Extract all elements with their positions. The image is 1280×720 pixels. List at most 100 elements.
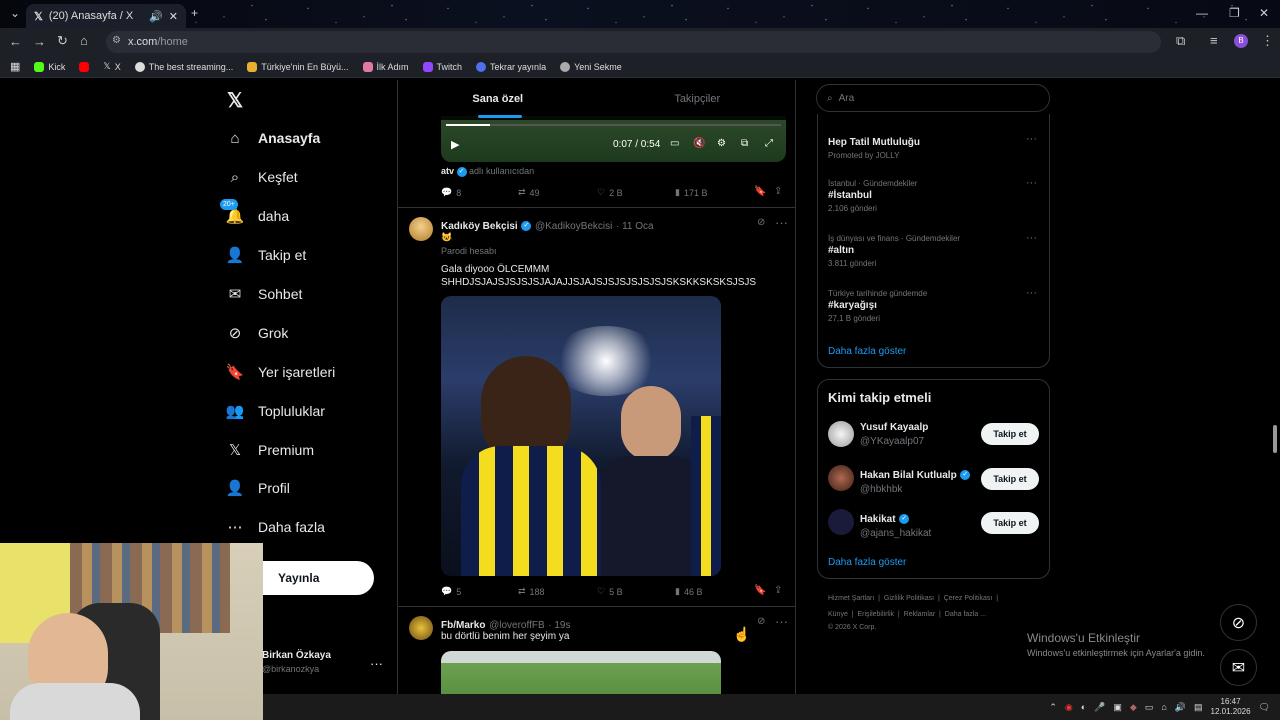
like-button[interactable]: ♡ 2 B	[597, 187, 623, 198]
extensions-icon[interactable]: ⧉	[1176, 33, 1185, 49]
bookmark-streaming[interactable]: The best streaming...	[134, 61, 233, 72]
bookmark-tekrar[interactable]: Tekrar yayınla	[476, 61, 546, 72]
nav-bookmarks[interactable]: 🔖 Yer işaretleri	[226, 363, 336, 381]
avatar[interactable]	[828, 509, 854, 535]
search-input[interactable]: ⌕ Ara	[816, 84, 1050, 112]
reply-button[interactable]: 💬 8	[441, 187, 461, 198]
show-more-trends[interactable]: Daha fazla göster	[828, 346, 906, 357]
avatar[interactable]	[409, 616, 433, 640]
microphone-icon[interactable]: 🎤	[1094, 702, 1105, 713]
tray-app-icon[interactable]: ▣	[1113, 702, 1122, 713]
bookmark-icon[interactable]: 🔖	[754, 585, 766, 596]
follow-button[interactable]: Takip et	[981, 468, 1039, 490]
nav-profile[interactable]: 👤 Profil	[226, 479, 290, 497]
video-player[interactable]: ▶ 0:07 / 0:54 ▭ 🔇 ⚙ ⧉ ⤢	[441, 116, 786, 162]
more-icon[interactable]: ···	[1026, 287, 1037, 299]
tab-list-icon[interactable]: ⌄	[10, 6, 20, 20]
suggestion[interactable]: Yusuf Kayaalp @YKayaalp07	[860, 422, 928, 447]
avatar[interactable]	[828, 421, 854, 447]
avatar[interactable]	[409, 217, 433, 241]
more-icon[interactable]: ···	[775, 614, 788, 629]
nav-grok[interactable]: ⊘ Grok	[226, 324, 289, 342]
more-icon[interactable]: ···	[1026, 177, 1037, 189]
apps-icon[interactable]: ▦	[10, 60, 20, 73]
menu-icon[interactable]: ⋮	[1261, 33, 1274, 49]
tab-close-icon[interactable]: ✕	[169, 10, 178, 23]
author-handle[interactable]: @loveroffFB	[489, 620, 545, 631]
trend-item[interactable]: İş dünyası ve finans · Gündemdekiler #al…	[828, 234, 960, 268]
suggestion[interactable]: Hakan Bilal Kutlualp ✓ @hbkhbk	[860, 466, 971, 495]
grok-fab[interactable]: ⊘	[1220, 604, 1257, 641]
grok-icon[interactable]: ⊘	[757, 616, 765, 627]
nav-notifications[interactable]: 🔔 20+ daha	[220, 199, 289, 225]
more-icon[interactable]: ···	[1026, 232, 1037, 244]
messages-fab[interactable]: ✉	[1220, 649, 1257, 686]
follow-button[interactable]: Takip et	[981, 512, 1039, 534]
profile-avatar[interactable]: B	[1234, 34, 1248, 48]
notifications-icon[interactable]: 🗨	[1259, 702, 1270, 713]
nav-communities[interactable]: 👥 Topluluklar	[226, 402, 325, 420]
media-icon[interactable]: ≡	[1210, 33, 1218, 48]
nav-more[interactable]: ⋯ Daha fazla	[226, 518, 325, 536]
post-image[interactable]	[441, 651, 721, 694]
nav-follow[interactable]: 👤 Takip et	[226, 246, 307, 264]
home-browser-icon[interactable]: ⌂	[80, 33, 88, 48]
post-date[interactable]: · 11 Oca	[616, 221, 654, 232]
author-name[interactable]: Fb/Marko	[441, 620, 485, 631]
author-handle[interactable]: @KadikoyBekcisi	[535, 221, 612, 232]
speaker-icon[interactable]: 🔊	[149, 10, 163, 23]
post-date[interactable]: · 19s	[548, 620, 570, 631]
new-tab-icon[interactable]: +	[191, 6, 198, 20]
trend-item[interactable]: Türkiye tarihinde gündemde #karyağışı 27…	[828, 289, 927, 323]
play-icon[interactable]: ▶	[451, 138, 459, 151]
minimize-icon[interactable]: —	[1196, 6, 1208, 20]
more-icon[interactable]: ···	[775, 215, 788, 230]
trend-item[interactable]: İstanbul · Gündemdekiler #İstanbul 2.106…	[828, 179, 917, 213]
forward-icon[interactable]: →	[33, 34, 46, 49]
avatar[interactable]	[828, 465, 854, 491]
bookmark-kick[interactable]: Kick	[34, 61, 65, 72]
nav-explore[interactable]: ⌕ Keşfet	[226, 168, 298, 186]
close-window-icon[interactable]: ✕	[1259, 6, 1269, 20]
restore-icon[interactable]: ❐	[1229, 6, 1240, 20]
tray-app-icon[interactable]: ◐	[1081, 702, 1086, 712]
reply-button[interactable]: 💬 5	[441, 586, 461, 597]
like-button[interactable]: ♡ 5 B	[597, 586, 623, 597]
views-button[interactable]: ▮ 171 B	[675, 187, 707, 198]
bookmark-ilk-adim[interactable]: İlk Adım	[362, 61, 409, 72]
nav-messages[interactable]: ✉ Sohbet	[226, 285, 303, 303]
tab-following[interactable]: Takipçiler	[598, 80, 796, 120]
mute-icon[interactable]: 🔇	[693, 138, 705, 149]
bookmark-twitch[interactable]: Twitch	[422, 61, 462, 72]
post-button[interactable]: Yayınla	[262, 561, 374, 595]
show-more-follows[interactable]: Daha fazla göster	[828, 557, 906, 568]
nav-home[interactable]: ⌂ Anasayfa	[226, 129, 320, 147]
views-button[interactable]: ▮ 46 B	[675, 586, 702, 597]
address-bar[interactable]: ⚙ x.com/home	[106, 31, 1161, 53]
tray-chevron-icon[interactable]: ⌃	[1049, 702, 1057, 713]
account-more-icon[interactable]: ···	[370, 656, 383, 671]
tray-app-icon[interactable]: ▤	[1194, 702, 1203, 713]
tray-app-icon[interactable]: ◉	[1065, 702, 1073, 713]
tray-app-icon[interactable]: ◆	[1130, 702, 1137, 713]
settings-icon[interactable]: ⚙	[717, 138, 726, 149]
captions-icon[interactable]: ▭	[670, 138, 679, 149]
author-name[interactable]: Kadıköy Bekçisi	[441, 221, 518, 232]
back-icon[interactable]: ←	[9, 34, 22, 49]
reload-icon[interactable]: ↻	[57, 33, 68, 49]
tray-app-icon[interactable]: ▭	[1145, 702, 1154, 713]
bookmark-youtube[interactable]	[79, 61, 90, 72]
tab-for-you[interactable]: Sana özel	[398, 80, 598, 120]
pip-icon[interactable]: ⧉	[741, 138, 748, 149]
follow-button[interactable]: Takip et	[981, 423, 1039, 445]
bookmark-yeni-sekme[interactable]: Yeni Sekme	[560, 61, 622, 72]
more-icon[interactable]: ···	[1026, 133, 1037, 145]
bookmark-icon[interactable]: 🔖	[754, 186, 766, 197]
scrollbar-thumb[interactable]	[1273, 425, 1277, 453]
browser-tab[interactable]: 𝕏 (20) Anasayfa / X 🔊 ✕	[26, 4, 186, 28]
bookmark-x[interactable]: 𝕏X	[103, 61, 120, 72]
share-icon[interactable]: ⇪	[774, 585, 782, 596]
repost-button[interactable]: ⇄ 188	[518, 586, 545, 597]
suggestion[interactable]: Hakikat ✓ @ajans_hakikat	[860, 510, 931, 539]
post-video[interactable]	[441, 296, 721, 576]
